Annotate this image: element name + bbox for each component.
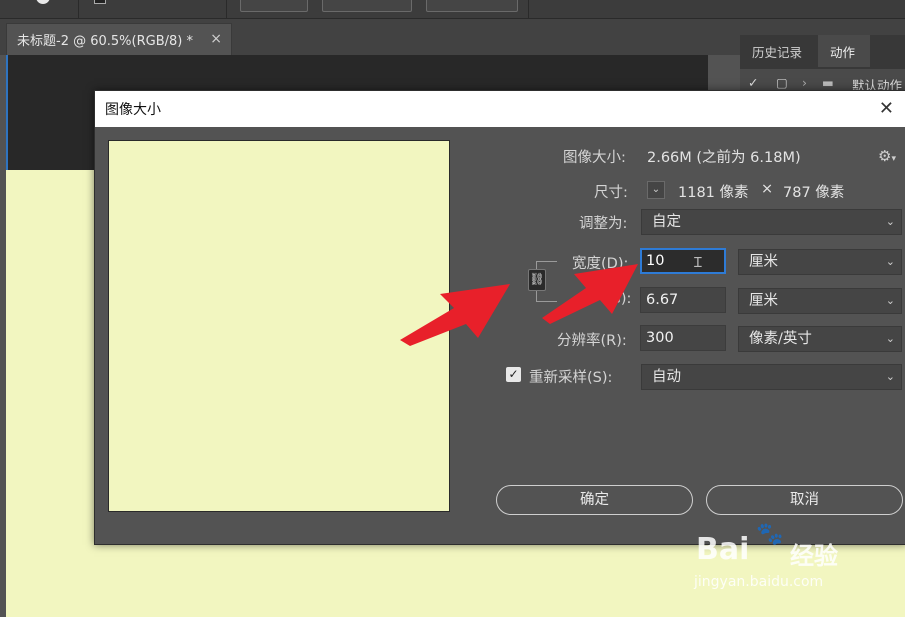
fit-to-label: 调整为: — [579, 216, 628, 232]
chevron-down-icon: ⌄ — [885, 294, 895, 307]
option-button[interactable] — [240, 0, 308, 12]
chevron-down-icon: ⌄ — [885, 255, 895, 268]
resolution-label: 分辨率(R): — [557, 333, 627, 349]
width-unit-value: 厘米 — [749, 254, 778, 270]
tab-history-label: 历史记录 — [752, 44, 803, 60]
chevron-down-icon: ⌄ — [885, 215, 895, 228]
image-size-value: 2.66M (之前为 6.18M) — [647, 150, 801, 166]
ok-button[interactable]: 确定 — [496, 485, 693, 515]
options-bar — [0, 0, 905, 19]
checkmark-icon: ✓ — [508, 367, 519, 381]
chevron-down-icon: ⌄ — [885, 370, 895, 383]
height-unit-value: 厘米 — [749, 293, 778, 309]
image-size-label: 图像大小: — [563, 150, 626, 166]
text-cursor-icon: Ɪ — [694, 255, 702, 271]
width-unit-dropdown[interactable]: 厘米 ⌄ — [738, 249, 902, 275]
divider — [78, 0, 79, 18]
width-input[interactable]: 10 — [640, 248, 726, 274]
annotation-arrow-right — [542, 264, 638, 324]
paw-icon: 🐾 — [756, 522, 784, 547]
resolution-unit-value: 像素/英寸 — [749, 331, 812, 347]
fit-to-dropdown[interactable]: 自定 ⌄ — [641, 209, 902, 235]
dimensions-height: 787 像素 — [783, 185, 845, 201]
tool-icon[interactable] — [36, 0, 50, 4]
close-icon[interactable]: ✕ — [879, 98, 894, 119]
chevron-right-icon[interactable]: › — [802, 75, 807, 90]
option-button[interactable] — [426, 0, 518, 12]
cancel-button-label: 取消 — [790, 492, 819, 508]
dialog-title-bar: 图像大小 ✕ — [95, 91, 905, 127]
height-unit-dropdown[interactable]: 厘米 ⌄ — [738, 288, 902, 314]
gear-icon[interactable]: ⚙▾ — [878, 147, 896, 165]
cancel-button[interactable]: 取消 — [706, 485, 903, 515]
watermark: Bai 🐾 经验 jingyan.baidu.com — [690, 520, 905, 600]
dimensions-unit-dropdown[interactable]: ⌄ — [647, 181, 665, 199]
document-tab-title: 未标题-2 @ 60.5%(RGB/8) * — [17, 34, 193, 49]
watermark-brand-2: 经验 — [790, 542, 838, 570]
option-button[interactable] — [322, 0, 412, 12]
folder-icon: ▬ — [822, 75, 834, 90]
dimensions-times: × — [761, 181, 774, 197]
watermark-brand: Bai — [696, 532, 750, 567]
resample-dropdown[interactable]: 自动 ⌄ — [641, 364, 902, 390]
watermark-url: jingyan.baidu.com — [694, 574, 824, 590]
resample-label: 重新采样(S): — [529, 370, 613, 386]
tab-history[interactable]: 历史记录 — [740, 35, 818, 67]
fit-to-value: 自定 — [652, 214, 681, 230]
chevron-down-icon: ⌄ — [651, 184, 661, 195]
dialog-title: 图像大小 — [105, 102, 161, 118]
divider — [528, 0, 529, 18]
option-checkbox[interactable] — [94, 0, 106, 4]
dimensions-label: 尺寸: — [594, 185, 628, 201]
resolution-input[interactable]: 300 — [640, 325, 726, 351]
height-input-value: 6.67 — [646, 292, 679, 308]
resolution-unit-dropdown[interactable]: 像素/英寸 ⌄ — [738, 326, 902, 352]
resample-value: 自动 — [652, 369, 681, 385]
ok-button-label: 确定 — [580, 492, 609, 508]
height-input[interactable]: 6.67 — [640, 287, 726, 313]
document-tab[interactable]: 未标题-2 @ 60.5%(RGB/8) * × — [6, 23, 232, 55]
close-tab-icon[interactable]: × — [210, 31, 222, 47]
annotation-arrow-left — [400, 284, 510, 346]
chevron-down-icon: ⌄ — [885, 332, 895, 345]
divider — [226, 0, 227, 18]
resample-checkbox[interactable]: ✓ — [506, 367, 521, 382]
dialog-toggle-icon[interactable]: ▢ — [776, 75, 788, 90]
tab-actions[interactable]: 动作 — [818, 35, 870, 67]
dimensions-width: 1181 像素 — [678, 185, 749, 201]
check-icon[interactable]: ✓ — [748, 75, 758, 90]
resolution-input-value: 300 — [646, 330, 674, 346]
width-input-value: 10 — [646, 253, 665, 269]
tab-actions-label: 动作 — [830, 44, 856, 60]
